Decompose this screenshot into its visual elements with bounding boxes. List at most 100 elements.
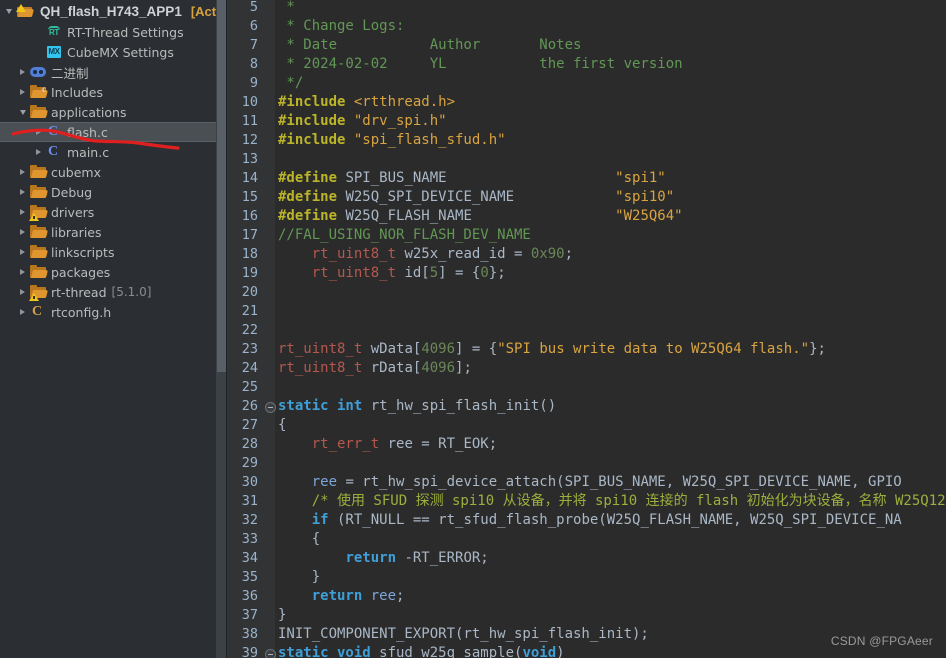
code-token: ; [564, 246, 574, 262]
tree-item-label: Includes [51, 84, 104, 100]
line-number: 9 [249, 75, 258, 91]
code-line[interactable]: rt_uint8_t id[5] = {0}; [278, 264, 506, 283]
collapse-arrow-icon[interactable] [16, 109, 29, 115]
tree-item-rt-thread[interactable]: rt-thread [5.1.0] [0, 282, 227, 302]
ide-window: QH_flash_H743_APP1[ActiveRTRT-Thread Set… [0, 0, 946, 658]
code-token: ree [311, 474, 338, 490]
tree-item-linkscripts[interactable]: linkscripts [0, 242, 227, 262]
code-line[interactable]: #include <rtthread.h> [278, 93, 455, 112]
expand-arrow-icon[interactable] [16, 269, 29, 275]
expand-arrow-icon[interactable] [32, 149, 45, 155]
code-line[interactable]: /* 使用 SFUD 探测 spi10 从设备，并将 spi10 连接的 fla… [278, 492, 946, 511]
line-number: 30 [241, 474, 258, 490]
code-token: void [522, 645, 557, 658]
tree-item-label: linkscripts [51, 244, 115, 260]
code-line[interactable]: * Date Author Notes [278, 36, 581, 55]
tree-item-cubemx-settings[interactable]: MX CubeMX Settings [0, 42, 227, 62]
expand-arrow-icon[interactable] [32, 129, 45, 135]
code-line[interactable]: if (RT_NULL == rt_sfud_flash_probe(W25Q_… [278, 511, 902, 530]
tree-item-rtconfig.h[interactable]: Crtconfig.h [0, 302, 227, 322]
project-folder-warning-icon [16, 3, 36, 19]
line-number: 35 [241, 569, 258, 585]
project-explorer-panel[interactable]: QH_flash_H743_APP1[ActiveRTRT-Thread Set… [0, 0, 227, 658]
code-line[interactable]: { [278, 416, 286, 435]
expand-arrow-icon[interactable] [16, 169, 29, 175]
line-number: 31 [241, 493, 258, 509]
code-line[interactable]: #define W25Q_SPI_DEVICE_NAME "spi10" [278, 188, 674, 207]
code-line[interactable]: static int rt_hw_spi_flash_init() [278, 397, 556, 416]
code-token: ree = RT_EOK; [379, 436, 498, 452]
code-line[interactable]: rt_uint8_t wData[4096] = {"SPI bus write… [278, 340, 826, 359]
folder-icon [30, 244, 47, 260]
expand-arrow-icon[interactable] [16, 229, 29, 235]
line-number: 18 [241, 246, 258, 262]
tree-item-flash.c[interactable]: Cflash.c [0, 122, 227, 142]
code-line[interactable]: //FAL_USING_NOR_FLASH_DEV_NAME [278, 226, 531, 245]
expand-arrow-icon[interactable] [16, 289, 29, 295]
expand-arrow-icon[interactable] [16, 249, 29, 255]
code-line[interactable]: return -RT_ERROR; [278, 549, 488, 568]
code-token: */ [278, 75, 304, 91]
code-token: "drv_spi.h" [353, 113, 447, 129]
expand-arrow-icon[interactable] [16, 89, 29, 95]
tree-item-main.c[interactable]: Cmain.c [0, 142, 227, 162]
code-lines[interactable]: 5 * 6 * Change Logs: 7 * Date Author Note… [227, 0, 946, 658]
code-line[interactable]: rt_err_t ree = RT_EOK; [278, 435, 497, 454]
line-number: 13 [241, 151, 258, 167]
expand-arrow-icon[interactable] [16, 309, 29, 315]
tree-item-applications[interactable]: applications [0, 102, 227, 122]
tree-item-packages[interactable]: packages [0, 262, 227, 282]
code-line[interactable]: */ [278, 74, 303, 93]
tree-item-libraries[interactable]: libraries [0, 222, 227, 242]
code-line[interactable]: rt_uint8_t w25x_read_id = 0x90; [278, 245, 573, 264]
line-number: 15 [241, 189, 258, 205]
code-line[interactable]: INIT_COMPONENT_EXPORT(rt_hw_spi_flash_in… [278, 625, 649, 644]
code-line[interactable]: * [278, 0, 303, 17]
code-line[interactable]: static void sfud_w25q_sample(void) [278, 644, 565, 658]
tree-item-drivers[interactable]: drivers [0, 202, 227, 222]
tree-item-rt-thread-settings[interactable]: RT RT-Thread Settings [0, 22, 227, 42]
code-line[interactable]: #define SPI_BUS_NAME "spi1" [278, 169, 666, 188]
expand-arrow-icon[interactable] [16, 209, 29, 215]
code-line[interactable]: rt_uint8_t rData[4096]; [278, 359, 472, 378]
code-line[interactable]: { [278, 530, 320, 549]
code-line[interactable]: } [278, 568, 320, 587]
expand-arrow-icon[interactable] [16, 189, 29, 195]
code-token: { [278, 531, 321, 547]
code-token: } [278, 607, 287, 623]
code-token: #include [278, 113, 354, 129]
code-line[interactable]: #define W25Q_FLASH_NAME "W25Q64" [278, 207, 683, 226]
code-token: #include [278, 94, 354, 110]
code-token: rt_hw_spi_flash_init() [362, 398, 557, 414]
tree-item--[interactable]: 二进制 [0, 62, 227, 82]
code-line[interactable]: * Change Logs: [278, 17, 404, 36]
code-token: 4096 [421, 360, 456, 376]
code-token: rt_uint8_t [311, 246, 397, 262]
code-line[interactable]: #include "drv_spi.h" [278, 112, 447, 131]
line-number: 32 [241, 512, 258, 528]
collapse-arrow-icon[interactable] [2, 8, 15, 14]
code-line[interactable]: } [278, 606, 286, 625]
expand-arrow-icon[interactable] [16, 69, 29, 75]
code-line[interactable]: #include "spi_flash_sfud.h" [278, 131, 506, 150]
code-fold-toggle[interactable] [265, 649, 276, 658]
code-token: return [311, 588, 363, 604]
tree-item-debug[interactable]: Debug [0, 182, 227, 202]
line-number: 5 [249, 0, 258, 15]
code-editor[interactable]: 5 * 6 * Change Logs: 7 * Date Author Note… [227, 0, 946, 658]
code-line[interactable]: return ree; [278, 587, 405, 606]
project-tree[interactable]: QH_flash_H743_APP1[ActiveRTRT-Thread Set… [0, 0, 227, 322]
code-fold-toggle[interactable] [265, 402, 276, 413]
sidebar-scrollbar-thumb[interactable] [217, 0, 226, 372]
code-line[interactable]: ree = rt_hw_spi_device_attach(SPI_BUS_NA… [278, 473, 902, 492]
line-number: 26 [241, 398, 258, 414]
line-number: 16 [241, 208, 258, 224]
code-line[interactable]: * 2024-02-02 YL the first version [278, 55, 682, 74]
line-number: 10 [241, 94, 258, 110]
project-root-row[interactable]: QH_flash_H743_APP1[Active [0, 0, 227, 22]
tree-item-includes[interactable]: c Includes [0, 82, 227, 102]
line-number: 28 [241, 436, 258, 452]
tree-item-cubemx[interactable]: cubemx [0, 162, 227, 182]
